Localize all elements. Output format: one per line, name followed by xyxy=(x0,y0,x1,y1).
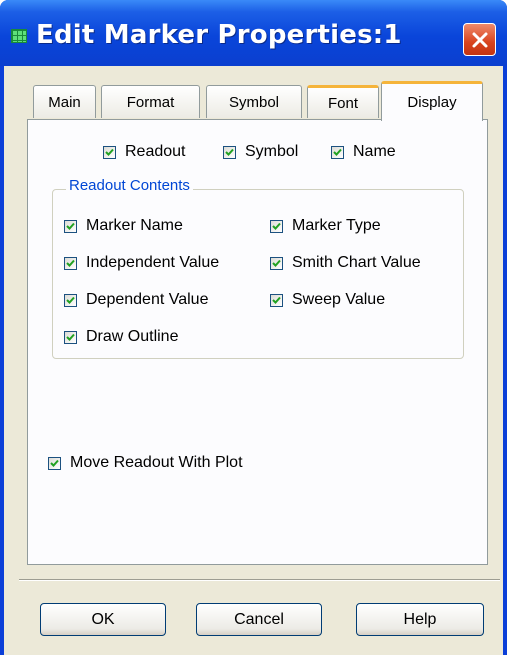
smith-chart-value-checkbox[interactable]: Smith Chart Value xyxy=(270,254,421,272)
sweep-value-label: Sweep Value xyxy=(292,291,386,308)
move-readout-checkbox[interactable]: Move Readout With Plot xyxy=(48,454,243,472)
name-checkbox[interactable]: Name xyxy=(331,143,396,161)
checkbox-box[interactable] xyxy=(64,256,77,270)
tab-symbol[interactable]: Symbol xyxy=(206,85,302,118)
checkmark-icon xyxy=(105,148,114,156)
help-button[interactable]: Help xyxy=(356,603,484,636)
checkbox-box[interactable] xyxy=(223,145,236,159)
tab-font[interactable]: Font xyxy=(307,85,379,118)
checkmark-icon xyxy=(333,148,342,156)
marker-name-label: Marker Name xyxy=(86,217,183,234)
tab-main-label: Main xyxy=(48,93,81,111)
close-button[interactable] xyxy=(463,23,496,56)
marker-type-checkbox[interactable]: Marker Type xyxy=(270,217,381,235)
checkmark-icon xyxy=(66,333,75,341)
cancel-label: Cancel xyxy=(234,610,284,628)
cancel-button[interactable]: Cancel xyxy=(196,603,322,636)
separator-highlight xyxy=(19,580,500,581)
tab-font-label: Font xyxy=(327,94,358,112)
checkmark-icon xyxy=(272,296,281,304)
tab-display[interactable]: Display xyxy=(381,81,483,121)
draw-outline-label: Draw Outline xyxy=(86,328,179,345)
checkbox-box[interactable] xyxy=(64,219,77,233)
checkbox-box[interactable] xyxy=(103,145,116,159)
checkbox-box[interactable] xyxy=(48,456,61,470)
checkmark-icon xyxy=(66,222,75,230)
help-label: Help xyxy=(403,610,437,628)
readout-label: Readout xyxy=(125,143,186,160)
sweep-value-checkbox[interactable]: Sweep Value xyxy=(270,291,385,309)
title-bar[interactable]: Edit Marker Properties:1 xyxy=(0,0,507,66)
tab-format[interactable]: Format xyxy=(101,85,200,118)
dependent-value-checkbox[interactable]: Dependent Value xyxy=(64,291,208,309)
tab-display-label: Display xyxy=(407,94,457,111)
checkmark-icon xyxy=(66,259,75,267)
window-title: Edit Marker Properties:1 xyxy=(36,20,402,50)
checkmark-icon xyxy=(272,222,281,230)
checkbox-box[interactable] xyxy=(270,219,283,233)
tab-format-label: Format xyxy=(126,93,175,111)
grid-icon xyxy=(11,29,27,43)
checkmark-icon xyxy=(225,148,234,156)
name-label: Name xyxy=(353,143,396,160)
checkmark-icon xyxy=(272,259,281,267)
independent-value-label: Independent Value xyxy=(86,254,220,271)
checkmark-icon xyxy=(66,296,75,304)
readout-contents-legend: Readout Contents xyxy=(66,177,193,194)
independent-value-checkbox[interactable]: Independent Value xyxy=(64,254,219,272)
marker-type-label: Marker Type xyxy=(292,217,381,234)
symbol-label: Symbol xyxy=(245,143,299,160)
symbol-checkbox[interactable]: Symbol xyxy=(223,143,298,161)
smith-chart-value-label: Smith Chart Value xyxy=(292,254,421,271)
checkbox-box[interactable] xyxy=(64,330,77,344)
marker-name-checkbox[interactable]: Marker Name xyxy=(64,217,183,235)
checkbox-box[interactable] xyxy=(270,293,283,307)
close-icon xyxy=(472,32,487,47)
checkbox-box[interactable] xyxy=(270,256,283,270)
move-readout-label: Move Readout With Plot xyxy=(70,454,243,471)
readout-checkbox[interactable]: Readout xyxy=(103,143,186,161)
ok-button[interactable]: OK xyxy=(40,603,166,636)
draw-outline-checkbox[interactable]: Draw Outline xyxy=(64,328,178,346)
checkbox-box[interactable] xyxy=(64,293,77,307)
dependent-value-label: Dependent Value xyxy=(86,291,209,308)
tab-symbol-label: Symbol xyxy=(228,93,280,111)
checkmark-icon xyxy=(50,459,59,467)
tab-main[interactable]: Main xyxy=(33,85,96,118)
ok-label: OK xyxy=(91,610,115,628)
checkbox-box[interactable] xyxy=(331,145,344,159)
